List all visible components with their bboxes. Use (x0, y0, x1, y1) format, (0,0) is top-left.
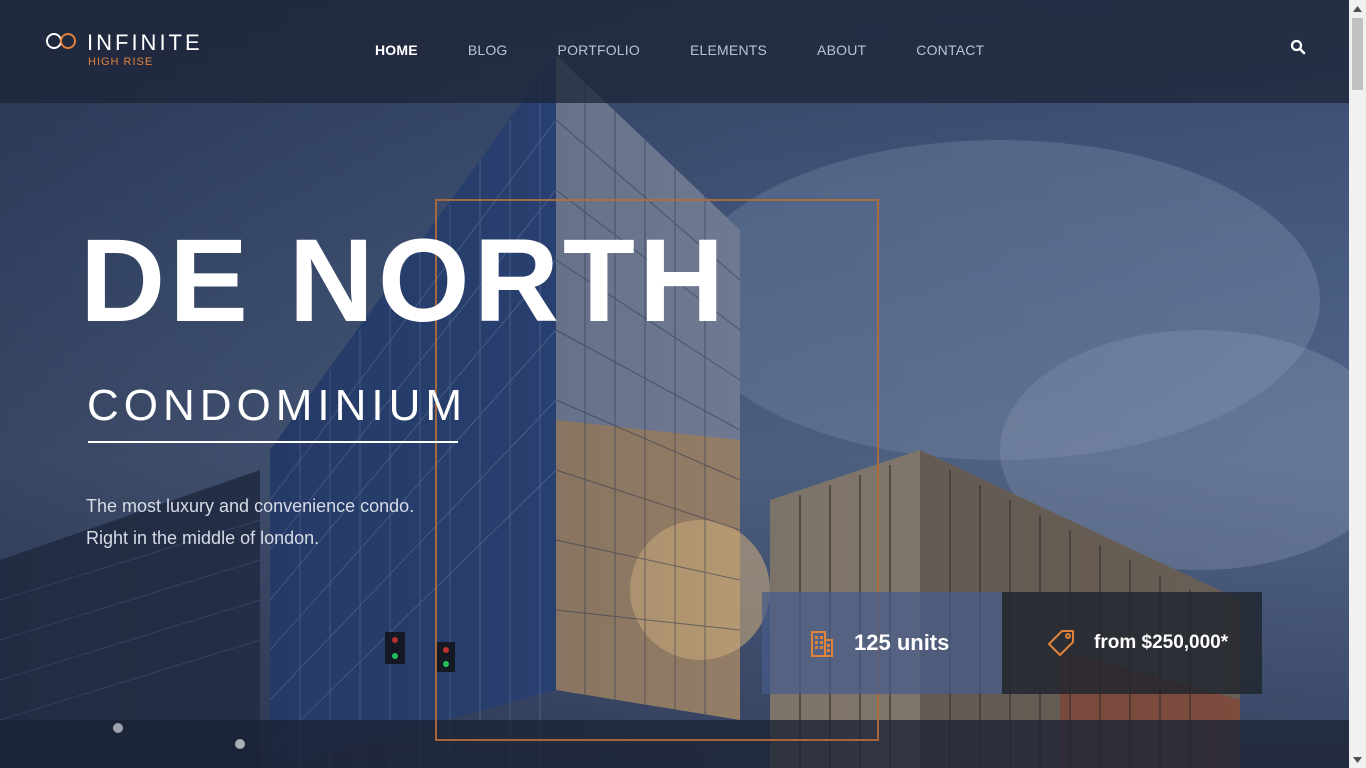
main-nav: HOME BLOG PORTFOLIO ELEMENTS ABOUT CONTA… (375, 42, 1034, 62)
building-icon (811, 631, 833, 657)
hero-description-line-1: The most luxury and convenience condo. (86, 496, 415, 516)
logo-name: INFINITE (87, 30, 203, 55)
hero-title: DE NORTH (80, 215, 729, 347)
price-tag-icon (1048, 630, 1074, 656)
hero-description: The most luxury and convenience condo. R… (86, 490, 506, 554)
nav-item-home[interactable]: HOME (375, 42, 418, 62)
scroll-down-button[interactable] (1349, 751, 1366, 768)
nav-item-contact[interactable]: CONTACT (916, 42, 984, 62)
infinity-logo-icon (46, 33, 76, 49)
nav-item-portfolio[interactable]: PORTFOLIO (558, 42, 640, 62)
logo-tagline: HIGH RISE (88, 56, 154, 68)
hero-subtitle: CONDOMINIUM (87, 381, 468, 430)
nav-item-about[interactable]: ABOUT (817, 42, 866, 62)
page-scrollbar[interactable] (1349, 0, 1366, 768)
site-header: INFINITE HIGH RISE HOME BLOG PORTFOLIO E… (0, 0, 1349, 103)
search-button[interactable] (1290, 39, 1306, 55)
site-logo[interactable]: INFINITE HIGH RISE (45, 30, 215, 74)
scroll-up-button[interactable] (1349, 0, 1366, 17)
nav-item-elements[interactable]: ELEMENTS (690, 42, 767, 62)
arrow-down-icon (1353, 756, 1362, 763)
units-info-box: 125 units (762, 592, 1002, 694)
nav-item-blog[interactable]: BLOG (468, 42, 508, 62)
price-label: from $250,000* (1094, 632, 1229, 653)
search-icon (1290, 39, 1306, 55)
arrow-up-icon (1353, 5, 1362, 12)
hero-description-line-2: Right in the middle of london. (86, 528, 320, 548)
scroll-thumb[interactable] (1352, 18, 1363, 90)
price-info-box: from $250,000* (1002, 592, 1262, 694)
hero-divider (88, 441, 458, 443)
units-label: 125 units (854, 630, 950, 655)
